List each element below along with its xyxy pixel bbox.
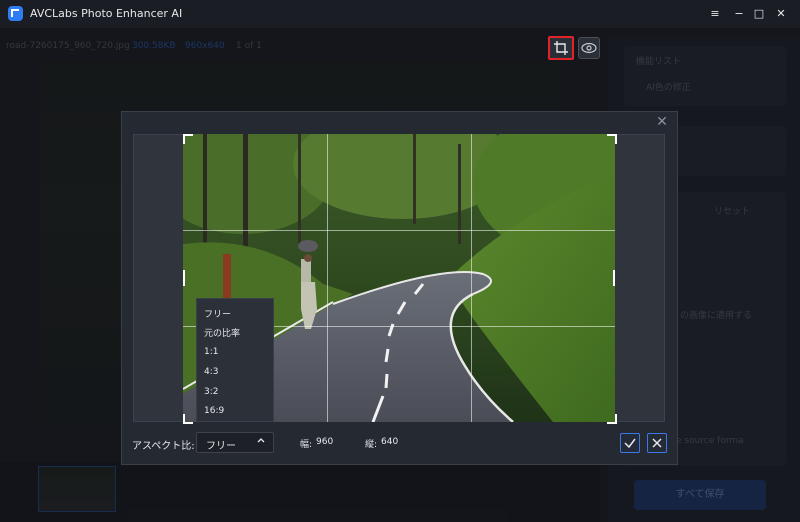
height-label: 縦: — [365, 440, 378, 450]
height-value: 640 — [381, 437, 399, 447]
aspect-option-original[interactable]: 元の比率 — [204, 326, 240, 339]
dialog-close-icon[interactable]: ✕ — [655, 115, 669, 129]
width-label: 幅: — [300, 440, 313, 450]
crop-icon — [554, 41, 568, 55]
aspect-option-free[interactable]: フリー — [204, 307, 231, 320]
crop-handle-bottom-left[interactable] — [183, 414, 193, 424]
eye-icon — [581, 42, 597, 54]
minimize-button[interactable]: − — [731, 6, 747, 22]
close-icon — [652, 438, 662, 448]
aspect-option-16-9[interactable]: 16:9 — [204, 406, 224, 416]
maximize-button[interactable]: □ — [751, 6, 767, 22]
crop-button[interactable] — [548, 36, 574, 60]
menu-icon[interactable]: ≡ — [707, 6, 723, 22]
aspect-option-4-3[interactable]: 4:3 — [204, 367, 218, 377]
crop-handle-top-left[interactable] — [183, 134, 193, 144]
app-title: AVCLabs Photo Enhancer AI — [30, 7, 183, 20]
chevron-up-icon — [256, 435, 266, 448]
aspect-ratio-value: フリー — [206, 441, 236, 452]
preview-toggle-button[interactable] — [578, 37, 600, 59]
crop-handle-left[interactable] — [183, 270, 185, 286]
close-button[interactable]: ✕ — [773, 6, 789, 22]
app-logo-icon — [8, 6, 23, 21]
cancel-crop-button[interactable] — [647, 433, 667, 453]
crop-handle-top-right[interactable] — [607, 134, 617, 144]
width-value: 960 — [316, 437, 334, 447]
crop-grid-line — [471, 134, 472, 422]
crop-grid-line — [183, 230, 615, 231]
aspect-ratio-label: アスペクト比: — [132, 441, 195, 452]
aspect-option-1-1[interactable]: 1:1 — [204, 347, 218, 357]
check-icon — [624, 438, 636, 449]
crop-grid-line — [327, 134, 328, 422]
aspect-ratio-menu: フリー 元の比率 1:1 4:3 3:2 16:9 — [196, 298, 274, 422]
crop-handle-right[interactable] — [613, 270, 615, 286]
confirm-crop-button[interactable] — [620, 433, 640, 453]
crop-handle-bottom-right[interactable] — [607, 414, 617, 424]
aspect-option-3-2[interactable]: 3:2 — [204, 387, 218, 397]
